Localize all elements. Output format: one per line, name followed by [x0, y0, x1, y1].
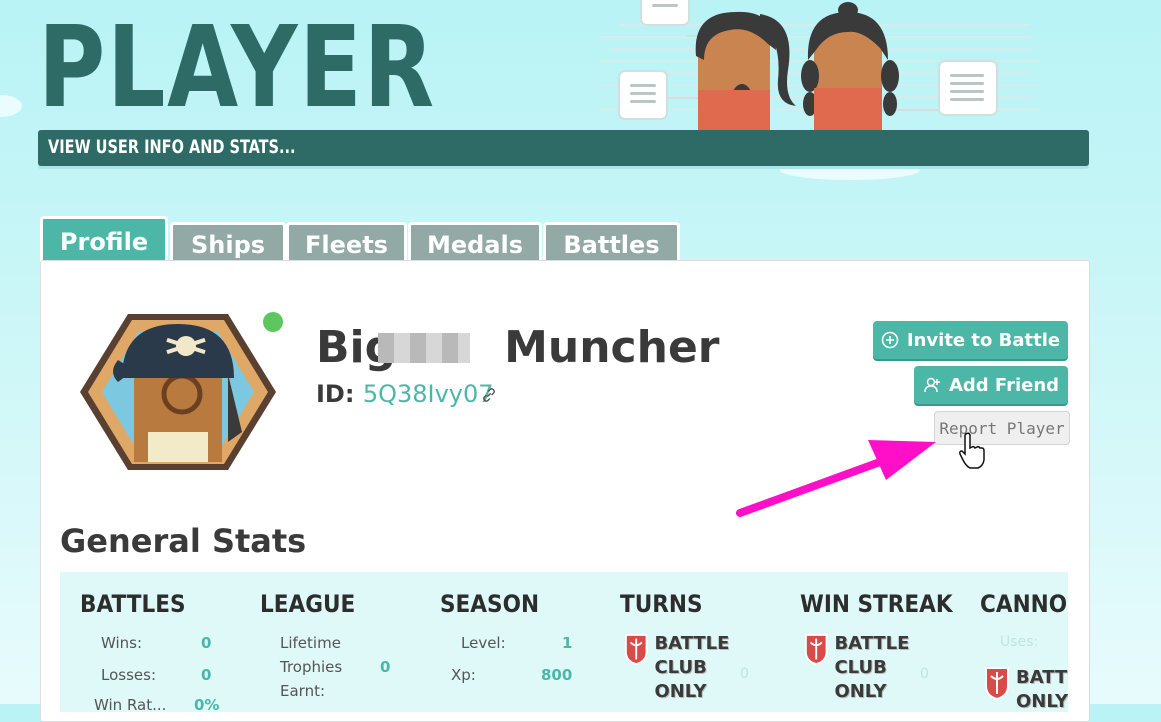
- stat-value: 1: [562, 634, 573, 652]
- invite-to-battle-button[interactable]: Invite to Battle: [873, 321, 1068, 359]
- link-icon[interactable]: [482, 388, 496, 402]
- general-stats-heading: General Stats: [60, 522, 307, 560]
- axe-shield-icon: [804, 633, 828, 666]
- hand-cursor-icon: [959, 432, 985, 469]
- stat-label: Trophies: [280, 658, 343, 676]
- report-player-button[interactable]: Report Player: [934, 411, 1070, 445]
- page-subtitle: VIEW USER INFO AND STATS...: [48, 136, 296, 158]
- tab-label: Medals: [426, 231, 524, 259]
- add-friend-label: Add Friend: [948, 374, 1060, 396]
- stats-panel: BATTLES Wins: 0 Losses: 0 Win Rat... 0% LEA…: [60, 572, 1068, 712]
- tab-label: Ships: [190, 231, 266, 259]
- locked-text: ONLY: [654, 681, 707, 702]
- stat-value: 0: [201, 666, 212, 684]
- player-id-value[interactable]: 5Q38Ivy07: [363, 380, 494, 408]
- locked-text: BATTLE CLUB: [654, 633, 730, 678]
- header-illustration: [600, 0, 1040, 130]
- battle-club-only-badge: BATTL ONLY: [984, 666, 1068, 712]
- stat-label: Level:: [461, 634, 506, 652]
- invite-to-battle-label: Invite to Battle: [906, 329, 1061, 351]
- page-title: PLAYER: [38, 3, 436, 133]
- stat-label: Losses:: [101, 666, 156, 684]
- stat-value: 0: [201, 634, 212, 652]
- online-status-indicator: [263, 312, 283, 332]
- stat-column-turns: TURNS 0 BATTLE CLUB ONLY: [600, 572, 780, 712]
- stat-column-season: SEASON Level: 1 Xp: 800: [420, 572, 600, 712]
- stat-label-hidden: Uses:: [1000, 634, 1039, 650]
- stat-label: Win Rat...: [94, 696, 167, 712]
- player-name: Big Muncher: [316, 322, 720, 373]
- stat-heading: CANNON: [980, 590, 1068, 618]
- stat-heading: WIN STREAK: [800, 590, 953, 618]
- tab-ships[interactable]: Ships: [170, 222, 286, 262]
- battle-club-only-badge: BATTLE CLUB ONLY: [804, 632, 960, 704]
- stat-value: 800: [541, 666, 573, 684]
- stat-row: Xp: 800: [451, 666, 591, 684]
- stat-column-league: LEAGUE Lifetime Trophies 0 Earnt:: [240, 572, 420, 712]
- plus-circle-icon: [881, 331, 899, 349]
- tab-fleets[interactable]: Fleets: [286, 222, 407, 262]
- stat-column-cannon: CANNON Uses: BATTL ONLY: [960, 572, 1068, 712]
- cloud-decoration: [0, 95, 22, 117]
- stat-heading: TURNS: [620, 590, 703, 618]
- tab-label: Battles: [563, 231, 660, 259]
- stat-value: 0: [380, 658, 391, 676]
- stat-column-win-streak: WIN STREAK 0 BATTLE CLUB ONLY: [780, 572, 960, 712]
- player-id: ID: 5Q38Ivy07: [316, 380, 494, 408]
- stat-row: Losses: 0: [101, 666, 211, 684]
- redacted-name-blur: [378, 333, 470, 363]
- stat-heading: SEASON: [440, 590, 540, 618]
- stat-label: Wins:: [101, 634, 143, 652]
- locked-text: ONLY: [1016, 691, 1068, 712]
- avatar: [78, 312, 278, 472]
- stat-row: Trophies 0: [280, 658, 400, 676]
- axe-shield-icon: [624, 633, 648, 666]
- stat-value: 0%: [194, 696, 220, 712]
- locked-text: BATTL: [1016, 667, 1068, 688]
- tab-battles[interactable]: Battles: [543, 222, 680, 262]
- locked-text: ONLY: [834, 681, 887, 702]
- stat-heading: BATTLES: [80, 590, 186, 618]
- add-friend-button[interactable]: Add Friend: [914, 366, 1068, 404]
- stat-row: Lifetime: [280, 634, 341, 652]
- stat-row: Win Rat... 0%: [94, 696, 224, 712]
- tab-label: Fleets: [305, 231, 388, 259]
- characters-illustration: [666, 2, 938, 130]
- stat-label: Lifetime: [280, 634, 341, 652]
- stat-row: Wins: 0: [101, 634, 211, 652]
- axe-shield-icon: [985, 667, 1009, 700]
- tab-label: Profile: [59, 228, 149, 256]
- header-banner: VIEW USER INFO AND STATS...: [38, 130, 1089, 166]
- stat-column-battles: BATTLES Wins: 0 Losses: 0 Win Rat... 0%: [60, 572, 240, 712]
- tab-medals[interactable]: Medals: [408, 222, 542, 262]
- player-name-last: Muncher: [504, 322, 720, 373]
- player-id-label: ID:: [316, 380, 355, 408]
- stat-label: Earnt:: [280, 682, 326, 700]
- locked-text: BATTLE CLUB: [834, 633, 910, 678]
- add-user-icon: [924, 377, 940, 393]
- tab-profile[interactable]: Profile: [40, 216, 168, 262]
- stat-label: Xp:: [451, 666, 476, 684]
- stat-row: Level: 1: [461, 634, 581, 652]
- stat-heading: LEAGUE: [260, 590, 356, 618]
- stat-row: Earnt:: [280, 682, 325, 700]
- battle-club-only-badge: BATTLE CLUB ONLY: [624, 632, 780, 704]
